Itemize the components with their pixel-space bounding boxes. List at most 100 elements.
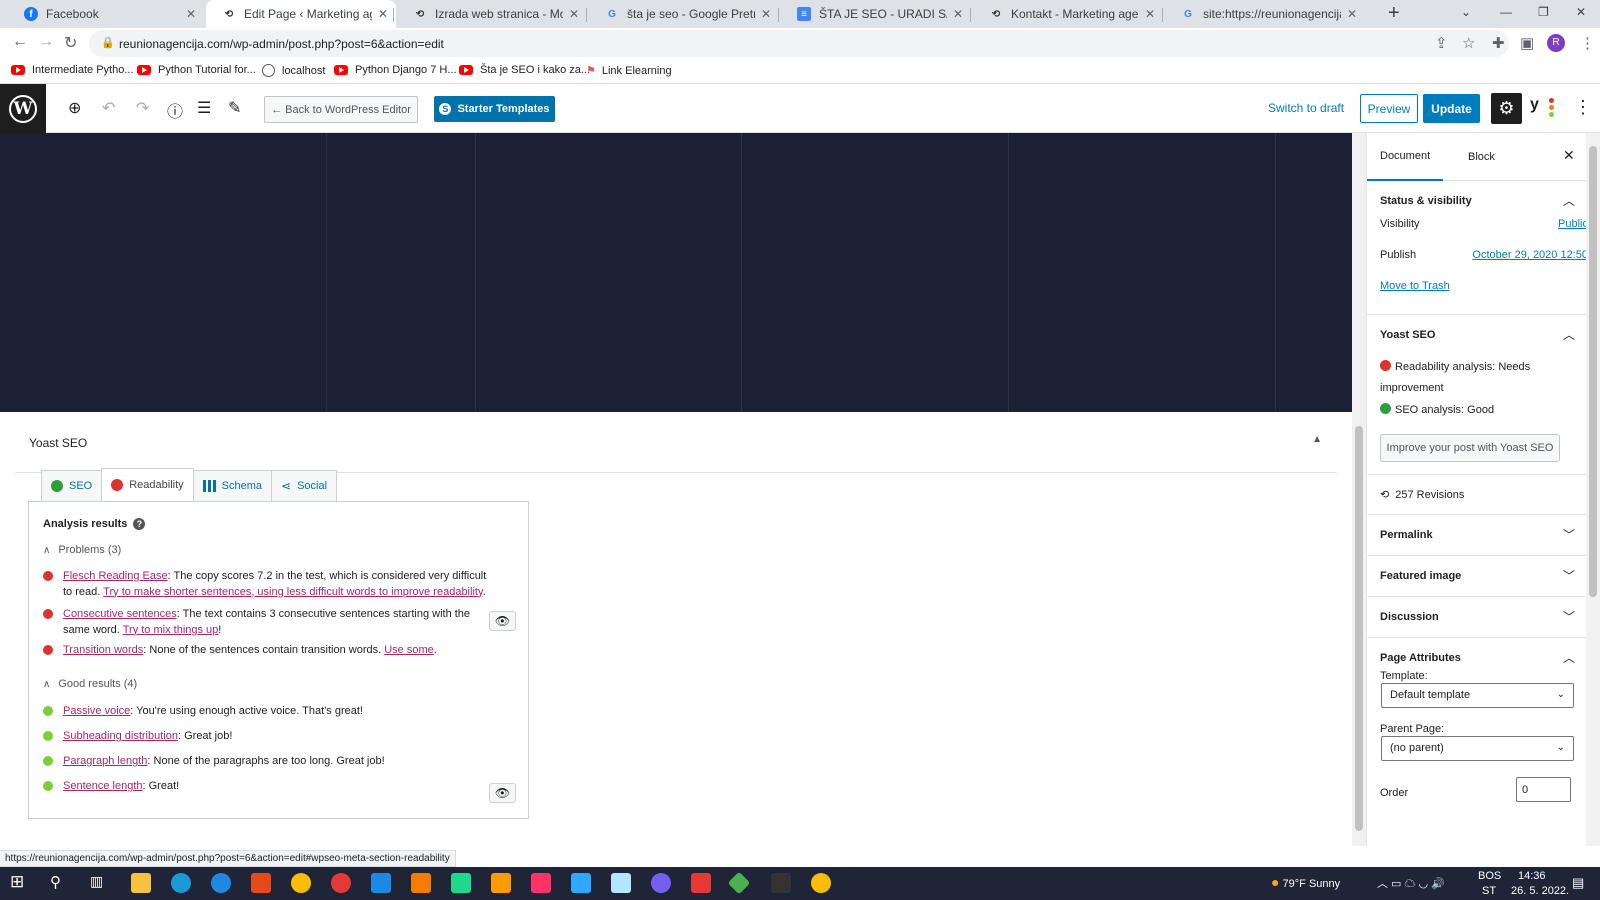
- weather-widget[interactable]: ● 79°F Sunny: [1271, 874, 1340, 890]
- close-tab-icon[interactable]: ✕: [1145, 7, 1157, 21]
- edge-icon[interactable]: [171, 873, 191, 893]
- status-visibility-header[interactable]: Status & visibility ︿: [1367, 181, 1600, 221]
- dark-content-block[interactable]: [0, 133, 1352, 412]
- close-tab-icon[interactable]: ✕: [1347, 7, 1359, 21]
- notifications-icon[interactable]: ▤: [1572, 875, 1584, 891]
- browser-menu-icon[interactable]: ⋮: [1580, 34, 1595, 52]
- bookmark-item[interactable]: Intermediate Pytho...: [11, 64, 134, 76]
- add-block-icon[interactable]: ⊕: [68, 98, 81, 118]
- vscode-icon[interactable]: [371, 873, 391, 893]
- close-tab-icon[interactable]: ✕: [186, 7, 198, 21]
- revisions-link[interactable]: ⟲ 257 Revisions: [1380, 488, 1464, 501]
- url-bar[interactable]: 🔒 reunionagencija.com/wp-admin/post.php?…: [89, 30, 1509, 57]
- search-icon[interactable]: ⚲: [50, 873, 70, 893]
- caret-up-icon[interactable]: ▲: [1312, 434, 1322, 445]
- sublime-icon[interactable]: [411, 873, 431, 893]
- new-tab-icon[interactable]: +: [1388, 2, 1400, 25]
- opera-icon[interactable]: [331, 873, 351, 893]
- task-view-icon[interactable]: ▥: [90, 873, 110, 893]
- switch-to-draft-button[interactable]: Switch to draft: [1268, 101, 1344, 115]
- redo-icon[interactable]: ↷: [136, 98, 149, 118]
- system-tray-icons[interactable]: ︿ ▭ ☁ ◡ 🔊: [1377, 875, 1445, 891]
- file-explorer-icon[interactable]: [131, 873, 151, 893]
- language-indicator[interactable]: BOS: [1478, 870, 1501, 882]
- restore-icon[interactable]: ❐: [1538, 5, 1549, 19]
- illustrator-icon[interactable]: [491, 873, 511, 893]
- sidebar-scrollbar[interactable]: [1586, 133, 1600, 846]
- back-to-wp-editor-button[interactable]: ← Back to WordPress Editor: [264, 96, 418, 123]
- close-tab-icon[interactable]: ✕: [953, 7, 965, 21]
- undo-icon[interactable]: ↶: [102, 98, 115, 118]
- internet-explorer-icon[interactable]: [211, 873, 231, 893]
- settings-gear-icon[interactable]: ⚙: [1491, 93, 1522, 124]
- tab-document[interactable]: Document: [1367, 133, 1444, 181]
- more-options-icon[interactable]: ⋮: [1574, 97, 1592, 118]
- browser-tab[interactable]: G site:https://reunionagencija.com✕: [1165, 0, 1365, 28]
- tab-schema[interactable]: Schema: [192, 470, 273, 501]
- yoast-metabox-header[interactable]: Yoast SEO ▲: [15, 412, 1337, 473]
- parent-page-select[interactable]: (no parent) ⌄: [1381, 736, 1574, 761]
- clock-time[interactable]: 14:36: [1518, 870, 1546, 882]
- browser-tab[interactable]: ⟲ Kontakt - Marketing agencija Re✕: [973, 0, 1163, 28]
- close-tab-icon[interactable]: ✕: [569, 7, 581, 21]
- permalink-section[interactable]: Permalink ﹀: [1367, 515, 1600, 556]
- yoast-sidebar-header[interactable]: Yoast SEO ︿: [1367, 315, 1600, 355]
- sidepanel-icon[interactable]: ▣: [1520, 34, 1534, 52]
- eye-icon[interactable]: 👁: [489, 611, 516, 631]
- featured-image-section[interactable]: Featured image ﹀: [1367, 556, 1600, 597]
- profile-avatar[interactable]: R: [1547, 34, 1565, 52]
- update-button[interactable]: Update: [1423, 94, 1480, 123]
- preview-button[interactable]: Preview: [1360, 94, 1418, 123]
- extensions-icon[interactable]: ✚: [1492, 34, 1505, 52]
- help-icon[interactable]: ?: [133, 518, 146, 530]
- order-input[interactable]: 0: [1516, 777, 1571, 802]
- indesign-icon[interactable]: [531, 873, 551, 893]
- improve-with-yoast-button[interactable]: Improve your post with Yoast SEO: [1380, 434, 1560, 462]
- info-icon[interactable]: ⓘ: [167, 98, 183, 122]
- bookmark-item[interactable]: Šta je SEO i kako za...: [459, 64, 590, 76]
- close-tab-icon[interactable]: ✕: [378, 7, 390, 21]
- tab-block[interactable]: Block: [1455, 133, 1508, 181]
- bookmark-item[interactable]: Python Tutorial for...: [137, 64, 256, 76]
- reload-icon[interactable]: ↻: [64, 33, 77, 53]
- office-icon[interactable]: [251, 873, 271, 893]
- bookmark-item[interactable]: localhost: [262, 64, 325, 77]
- forward-arrow-icon[interactable]: →: [38, 33, 54, 51]
- browser-tab[interactable]: G šta je seo - Google Pretraživanje✕: [589, 0, 779, 28]
- share-icon[interactable]: ⇪: [1435, 34, 1448, 52]
- list-view-icon[interactable]: ☰: [197, 98, 211, 118]
- close-icon[interactable]: ✕: [1563, 147, 1575, 164]
- anydesk-icon[interactable]: [691, 873, 711, 893]
- windows-start-icon[interactable]: ⊞: [10, 872, 30, 892]
- viber-icon[interactable]: [651, 873, 671, 893]
- bookmark-item[interactable]: Python Django 7 H...: [334, 64, 457, 76]
- browser-tab[interactable]: ⟲ Izrada web stranica - Moderan W✕: [397, 0, 587, 28]
- close-tab-icon[interactable]: ✕: [761, 7, 773, 21]
- pycharm-icon[interactable]: [451, 873, 471, 893]
- wordpress-logo-icon[interactable]: W: [0, 84, 46, 133]
- tab-social[interactable]: ⋖ Social: [271, 470, 338, 501]
- back-arrow-icon[interactable]: ←: [12, 33, 28, 51]
- app-icon[interactable]: [611, 873, 631, 893]
- sourcetree-icon[interactable]: [727, 871, 751, 895]
- good-results-toggle[interactable]: ∧ Good results (4): [43, 678, 137, 690]
- minimize-icon[interactable]: —: [1500, 5, 1512, 19]
- starter-templates-button[interactable]: S Starter Templates: [434, 96, 555, 122]
- pencil-icon[interactable]: ✎: [228, 98, 241, 118]
- editor-scrollbar[interactable]: [1352, 133, 1366, 846]
- discussion-section[interactable]: Discussion ﹀: [1367, 597, 1600, 638]
- bookmark-item[interactable]: ⚑ Link Elearning: [586, 64, 672, 78]
- photoshop-icon[interactable]: [571, 873, 591, 893]
- yoast-toolbar-icon[interactable]: y: [1530, 96, 1554, 120]
- tab-seo[interactable]: SEO: [41, 470, 103, 501]
- revisions-section[interactable]: ⟲ 257 Revisions: [1367, 475, 1600, 515]
- browser-tab-active[interactable]: ⟲ Edit Page ‹ Marketing agencija R✕: [206, 0, 396, 28]
- tab-search-icon[interactable]: ⌄: [1461, 5, 1471, 19]
- visibility-value[interactable]: Public: [1558, 218, 1588, 230]
- close-window-icon[interactable]: ✕: [1576, 5, 1586, 19]
- template-select[interactable]: Default template ⌄: [1381, 683, 1574, 708]
- problems-toggle[interactable]: ∧ Problems (3): [43, 544, 121, 556]
- browser-tab[interactable]: ≡ ŠTA JE SEO - URADI SAM | KOM✕: [781, 0, 971, 28]
- tab-readability[interactable]: Readability: [101, 468, 194, 501]
- terminal-icon[interactable]: [771, 873, 791, 893]
